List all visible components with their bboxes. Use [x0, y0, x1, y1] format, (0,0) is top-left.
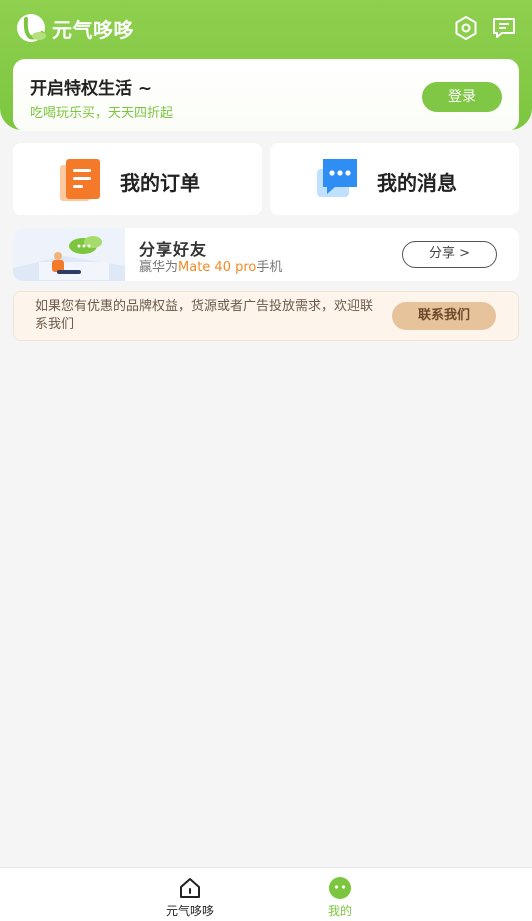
- my-messages-label: 我的消息: [377, 171, 457, 195]
- messages-icon: [317, 159, 357, 197]
- my-orders-card[interactable]: 我的订单: [13, 143, 262, 215]
- member-card: 开启特权生活 ~ 吃喝玩乐买，天天四折起 登录: [13, 59, 519, 131]
- member-subtitle: 吃喝玩乐买，天天四折起: [30, 106, 174, 121]
- app-name: 元气哆哆: [52, 18, 134, 42]
- orders-icon: [60, 159, 100, 201]
- login-button[interactable]: 登录: [422, 82, 502, 112]
- member-title: 开启特权生活 ~: [30, 79, 153, 99]
- contact-text: 如果您有优惠的品牌权益，货源或者广告投放需求，欢迎联系我们: [35, 299, 374, 332]
- share-button[interactable]: 分享 >: [402, 241, 497, 268]
- share-subtitle-suffix: 手机: [256, 260, 283, 275]
- share-illustration-icon: [13, 228, 125, 281]
- profile-face-icon: [329, 877, 351, 899]
- bottom-tab-bar: 元气哆哆 我的: [0, 867, 532, 921]
- tab-home-label: 元气哆哆: [165, 904, 214, 918]
- contact-us-button[interactable]: 联系我们: [392, 302, 496, 330]
- tab-home[interactable]: 元气哆哆: [150, 876, 230, 919]
- share-banner[interactable]: 分享好友 赢华为Mate 40 pro手机 分享 >: [13, 228, 519, 281]
- share-subtitle-highlight: Mate 40 pro: [178, 260, 257, 275]
- tab-mine[interactable]: 我的: [300, 876, 380, 919]
- my-orders-label: 我的订单: [120, 171, 200, 195]
- message-icon[interactable]: [491, 15, 517, 41]
- tab-mine-label: 我的: [327, 904, 352, 918]
- my-messages-card[interactable]: 我的消息: [270, 143, 519, 215]
- share-subtitle-prefix: 赢华为: [139, 260, 179, 275]
- share-subtitle: 赢华为Mate 40 pro手机: [139, 256, 282, 275]
- app-logo-icon: [17, 14, 46, 42]
- contact-box: 如果您有优惠的品牌权益，货源或者广告投放需求，欢迎联系我们 联系我们: [13, 291, 519, 341]
- settings-icon[interactable]: [453, 15, 479, 41]
- home-icon: [180, 878, 200, 898]
